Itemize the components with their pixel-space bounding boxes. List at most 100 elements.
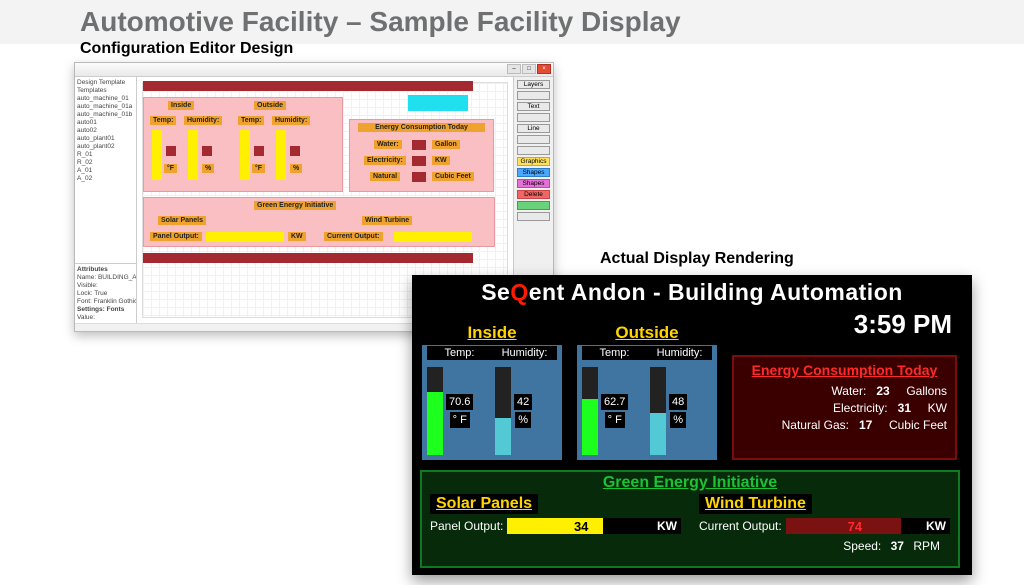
energy-row-unit: Gallons: [906, 384, 947, 398]
palette-button[interactable]: Shapes: [517, 168, 550, 177]
energy-row-label[interactable]: Water:: [374, 140, 402, 149]
wind-title: Wind Turbine: [699, 494, 812, 514]
unit-pct: %: [670, 412, 686, 428]
wind-title-label[interactable]: Wind Turbine: [362, 216, 412, 225]
tree-node[interactable]: auto_plant02: [77, 143, 134, 151]
energy-row-unit: Cubic Feet: [889, 418, 947, 432]
unit-degf[interactable]: °F: [252, 164, 265, 173]
tree-node[interactable]: auto_machine_01a: [77, 103, 134, 111]
wind-output-value: 74: [786, 519, 924, 534]
maximize-button[interactable]: □: [522, 64, 536, 74]
unit-kw: KW: [653, 518, 681, 534]
palette-button[interactable]: Line: [517, 124, 550, 133]
attr-line: Font: Franklin Gothic Medium: [77, 298, 134, 306]
wind-speed-row: Speed: 37 RPM: [699, 537, 950, 553]
palette-button[interactable]: [517, 146, 550, 155]
energy-row-label[interactable]: Electricity:: [364, 156, 406, 165]
energy-row-unit: KW: [928, 401, 947, 415]
tree-node[interactable]: R_01: [77, 151, 134, 159]
palette-button[interactable]: Shapes: [517, 179, 550, 188]
energy-row-name: Electricity:: [742, 401, 898, 415]
tree-node[interactable]: auto_machine_01: [77, 95, 134, 103]
close-button[interactable]: ×: [537, 64, 551, 74]
temp-label[interactable]: Temp:: [238, 116, 264, 125]
palette-button[interactable]: [517, 91, 550, 100]
palette-button[interactable]: Graphics: [517, 157, 550, 166]
header-post: ent Andon - Building Automation: [529, 279, 903, 305]
palette-button[interactable]: [517, 113, 550, 122]
attr-line: Visible:: [77, 282, 134, 290]
display-header: SeQent Andon - Building Automation: [412, 275, 972, 306]
panel-output-label[interactable]: Panel Output:: [150, 232, 202, 241]
outside-temp-value: 62.7: [601, 394, 628, 410]
energy-row-label[interactable]: Natural: [370, 172, 400, 181]
energy-row-unit[interactable]: Gallon: [432, 140, 460, 149]
outside-title-label[interactable]: Outside: [254, 101, 286, 110]
unit-degf: ° F: [450, 412, 470, 428]
energy-row-name: Water:: [742, 384, 876, 398]
unit-rpm: RPM: [913, 539, 940, 553]
solar-title-label[interactable]: Solar Panels: [158, 216, 206, 225]
humidity-label: Humidity:: [647, 346, 712, 360]
inside-temp-value: 70.6: [446, 394, 473, 410]
panel-unit[interactable]: KW: [288, 232, 306, 241]
unit-pct[interactable]: %: [290, 164, 302, 173]
humidity-label[interactable]: Humidity:: [184, 116, 222, 125]
green-title-label[interactable]: Green Energy Initiative: [254, 201, 336, 210]
energy-title-label[interactable]: Energy Consumption Today: [358, 123, 485, 132]
unit-pct[interactable]: %: [202, 164, 214, 173]
inside-humidity-value: 42: [514, 394, 532, 410]
temp-label[interactable]: Temp:: [150, 116, 176, 125]
tree-node[interactable]: R_02: [77, 159, 134, 167]
tree-node[interactable]: auto01: [77, 119, 134, 127]
palette-button[interactable]: [517, 201, 550, 210]
palette-button[interactable]: Text: [517, 102, 550, 111]
unit-kw: KW: [922, 518, 950, 534]
unit-degf[interactable]: °F: [164, 164, 177, 173]
palette-button[interactable]: Layers: [517, 80, 550, 89]
attr-line: Value:: [77, 314, 134, 322]
temp-label: Temp:: [427, 346, 492, 360]
energy-row-unit[interactable]: Cubic Feet: [432, 172, 474, 181]
energy-title: Energy Consumption Today: [742, 362, 947, 378]
wind-output-label: Current Output:: [699, 519, 782, 533]
inside-title-label[interactable]: Inside: [168, 101, 194, 110]
palette-button[interactable]: Delete: [517, 190, 550, 199]
unit-degf: ° F: [605, 412, 625, 428]
unit-pct: %: [515, 412, 531, 428]
humidity-label[interactable]: Humidity:: [272, 116, 310, 125]
tree-node[interactable]: Design Template: [77, 79, 134, 87]
minimize-button[interactable]: –: [507, 64, 521, 74]
climate-outside-panel: Outside Temp:Humidity: 62.7 ° F 48 %: [577, 345, 717, 460]
wind-output-meter: 74 KW: [786, 518, 950, 534]
green-title: Green Energy Initiative: [422, 472, 958, 494]
placeholder-box[interactable]: [408, 95, 468, 111]
palette-button[interactable]: [517, 135, 550, 144]
outside-humidity-value: 48: [669, 394, 687, 410]
temp-label: Temp:: [582, 346, 647, 360]
attr-line: Lock: True: [77, 290, 134, 298]
attributes-panel[interactable]: Attributes Name: BUILDING_AUTO Visible: …: [75, 263, 137, 323]
config-titlebar[interactable]: – □ ×: [75, 63, 553, 77]
speed-value: 37: [891, 539, 904, 553]
energy-row-value: 17: [859, 418, 883, 432]
current-output-label[interactable]: Current Output:: [324, 232, 383, 241]
outside-title: Outside: [577, 323, 717, 343]
humidity-label: Humidity:: [492, 346, 557, 360]
palette-button[interactable]: [517, 212, 550, 221]
tree-node[interactable]: auto_machine_01b: [77, 111, 134, 119]
tree-node[interactable]: Templates: [77, 87, 134, 95]
actual-display-panel: SeQent Andon - Building Automation 3:59 …: [412, 275, 972, 575]
energy-row-unit[interactable]: KW: [432, 156, 450, 165]
energy-panel: Energy Consumption Today Water:23Gallons…: [732, 355, 957, 460]
solar-output-label: Panel Output:: [430, 519, 503, 533]
tree-node[interactable]: auto_plant01: [77, 135, 134, 143]
energy-row-value: 31: [898, 401, 922, 415]
caption-config-editor: Configuration Editor Design: [80, 40, 293, 58]
tree-node[interactable]: A_01: [77, 167, 134, 175]
tree-node[interactable]: auto02: [77, 127, 134, 135]
green-initiative-panel: Green Energy Initiative Solar Panels Pan…: [420, 470, 960, 568]
attr-line: Attributes: [77, 266, 134, 274]
solar-title: Solar Panels: [430, 494, 538, 514]
tree-node[interactable]: A_02: [77, 175, 134, 183]
